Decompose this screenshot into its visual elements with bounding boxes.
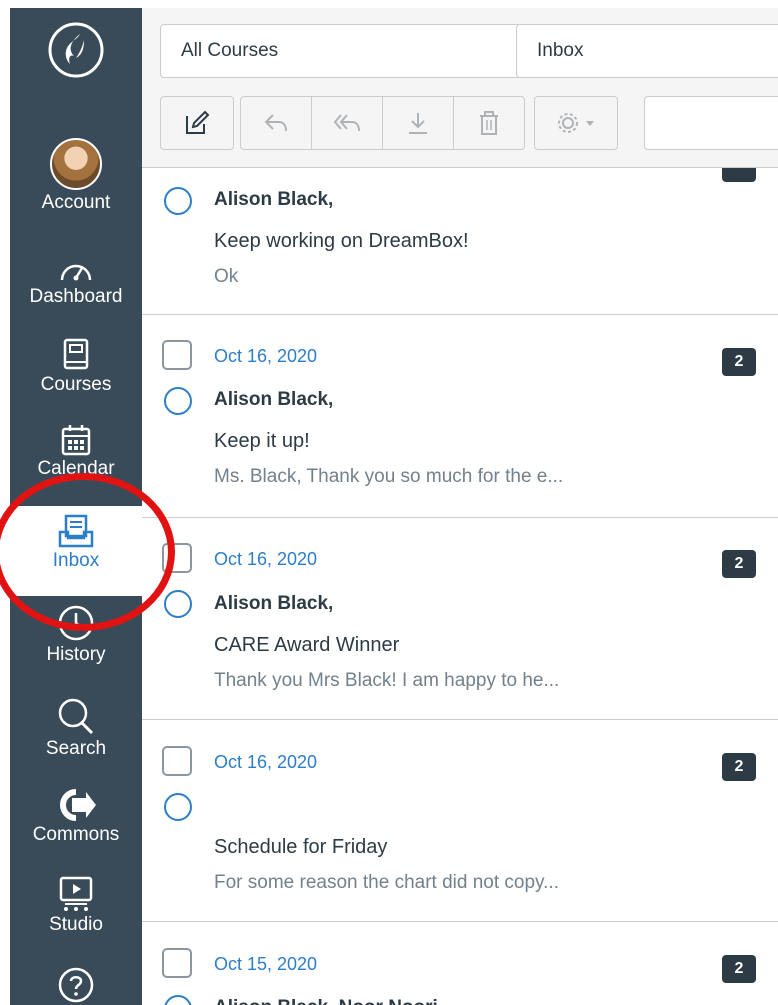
reply-icon <box>264 114 287 132</box>
message-sender: Alison Black, <box>214 189 334 210</box>
message-count-badge: 2 <box>722 550 756 578</box>
message-date: Oct 16, 2020 <box>214 549 318 569</box>
nav-search[interactable]: Search <box>10 696 142 760</box>
delete-button[interactable] <box>453 96 525 150</box>
nav-dashboard-label: Dashboard <box>29 286 123 307</box>
message-count-badge: 2 <box>722 955 756 983</box>
message-date: Oct 16, 2020 <box>214 346 318 366</box>
message-list: Alison Black, Keep working on DreamBox! … <box>142 168 778 1005</box>
nav-history-label: History <box>46 644 106 665</box>
list-item[interactable]: Alison Black, Keep working on DreamBox! … <box>142 168 778 315</box>
nav-courses-label: Courses <box>40 374 112 395</box>
help-icon <box>58 967 94 1003</box>
message-preview: Ok <box>214 266 239 287</box>
nav-dashboard[interactable]: Dashboard <box>10 256 142 308</box>
nav-account[interactable]: Account <box>10 138 142 214</box>
nav-calendar[interactable]: Calendar <box>10 424 142 480</box>
canvas-flame-icon <box>48 22 104 78</box>
message-sender: Alison Black, <box>214 593 334 614</box>
message-count-badge: 2 <box>722 348 756 376</box>
list-item[interactable]: Oct 15, 2020 2 Alison Black, Noor Noori <box>142 922 778 1005</box>
message-subject: Keep it up! <box>214 430 310 452</box>
gear-icon <box>558 113 594 133</box>
unread-indicator[interactable] <box>164 590 192 618</box>
nav-calendar-label: Calendar <box>37 458 115 479</box>
mailbox-value: Inbox <box>537 40 584 61</box>
reply-all-icon <box>333 114 360 132</box>
nav-help[interactable] <box>10 966 142 1004</box>
book-icon <box>63 338 89 370</box>
message-checkbox[interactable] <box>162 543 192 573</box>
nav-commons[interactable]: Commons <box>10 788 142 846</box>
message-subject: CARE Award Winner <box>214 634 400 656</box>
inbox-toolbar: All Courses Inbox <box>142 8 778 168</box>
nav-search-label: Search <box>45 738 107 759</box>
nav-account-label: Account <box>41 192 111 213</box>
trash-icon <box>480 111 498 135</box>
message-preview: Ms. Black, Thank you so much for the e..… <box>214 466 564 487</box>
message-date: Oct 16, 2020 <box>214 752 318 772</box>
compose-button[interactable] <box>160 96 234 150</box>
canvas-logo[interactable] <box>10 20 142 80</box>
list-item[interactable]: Oct 16, 2020 2 Schedule for Friday For s… <box>142 720 778 922</box>
nav-history[interactable]: History <box>10 604 142 666</box>
message-sender: Alison Black, Noor Noori <box>214 997 438 1005</box>
message-checkbox[interactable] <box>162 746 192 776</box>
message-preview: Thank you Mrs Black! I am happy to he... <box>214 670 560 691</box>
archive-button[interactable] <box>382 96 454 150</box>
studio-icon <box>59 876 93 911</box>
download-icon <box>409 113 427 134</box>
message-count-badge: 2 <box>722 753 756 781</box>
message-date: Oct 15, 2020 <box>214 954 318 974</box>
compose-icon <box>186 110 210 134</box>
nav-inbox-label: Inbox <box>52 550 100 571</box>
calendar-icon <box>61 425 91 456</box>
list-item[interactable]: Oct 16, 2020 2 Alison Black, Keep it up!… <box>142 315 778 518</box>
nav-studio-label: Studio <box>49 914 103 935</box>
nav-commons-label: Commons <box>32 824 120 845</box>
message-preview: For some reason the chart did not copy..… <box>214 872 559 893</box>
message-subject: Keep working on DreamBox! <box>214 230 469 252</box>
message-subject: Schedule for Friday <box>214 836 388 858</box>
message-checkbox[interactable] <box>162 948 192 978</box>
unread-indicator[interactable] <box>164 387 192 415</box>
inbox-icon <box>58 514 94 548</box>
nav-inbox[interactable]: Inbox <box>10 506 142 596</box>
unread-indicator[interactable] <box>164 793 192 821</box>
list-item[interactable]: Oct 16, 2020 2 Alison Black, CARE Award … <box>142 518 778 720</box>
reply-button[interactable] <box>240 96 312 150</box>
clock-icon <box>58 605 94 641</box>
avatar <box>50 138 102 190</box>
search-input[interactable] <box>644 96 778 150</box>
nav-courses[interactable]: Courses <box>10 338 142 396</box>
commons-icon <box>60 789 96 821</box>
nav-studio[interactable]: Studio <box>10 876 142 936</box>
unread-indicator[interactable] <box>164 187 192 215</box>
speedometer-icon <box>60 264 92 281</box>
message-sender: Alison Black, <box>214 389 334 410</box>
message-count-badge <box>722 168 756 182</box>
course-filter-value: All Courses <box>181 40 279 61</box>
unread-indicator[interactable] <box>164 995 192 1005</box>
search-icon <box>58 698 94 735</box>
global-nav: Account Dashboard Courses Calendar Inbox… <box>10 8 142 1005</box>
settings-menu-button[interactable] <box>534 96 618 150</box>
mailbox-select[interactable]: Inbox <box>516 24 778 78</box>
message-checkbox[interactable] <box>162 340 192 370</box>
reply-all-button[interactable] <box>311 96 383 150</box>
